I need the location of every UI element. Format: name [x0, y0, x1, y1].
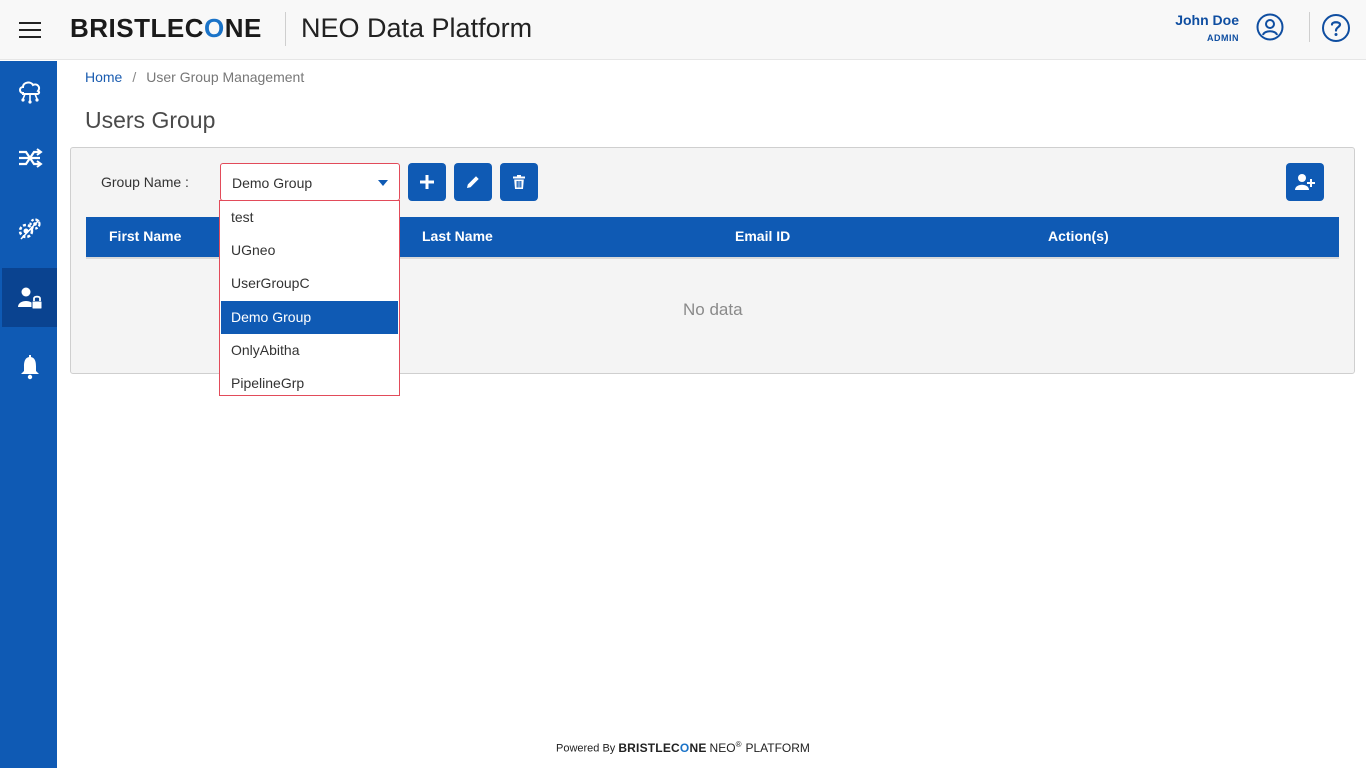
dropdown-option[interactable]: OnlyAbitha: [221, 334, 398, 367]
breadcrumb-separator: /: [132, 69, 137, 85]
bell-icon: [20, 354, 39, 379]
gears-icon: [18, 217, 41, 240]
page-title: Users Group: [85, 107, 216, 133]
user-plus-icon: [1295, 174, 1315, 190]
column-first-name[interactable]: First Name: [109, 228, 181, 244]
user-info[interactable]: John Doe ADMIN: [1175, 12, 1239, 43]
dropdown-option-selected[interactable]: Demo Group: [221, 301, 398, 334]
header-divider-2: [1309, 12, 1310, 42]
column-email-id[interactable]: Email ID: [735, 228, 790, 244]
chevron-down-icon: [378, 180, 388, 186]
brand-logo: BRISTLECONE: [70, 13, 262, 43]
user-role: ADMIN: [1207, 33, 1239, 43]
footer-brand-logo: BRISTLECONE: [618, 740, 707, 755]
group-name-label: Group Name :: [101, 174, 189, 190]
top-header: BRISTLECONE NEO Data Platform John Doe A…: [0, 0, 1366, 60]
footer-platform: PLATFORM: [745, 740, 810, 755]
delete-group-button[interactable]: [500, 163, 538, 201]
dropdown-option[interactable]: UGneo: [221, 234, 398, 267]
group-name-dropdown-list: test UGneo UserGroupC Demo Group OnlyAbi…: [219, 200, 400, 396]
footer: Powered By BRISTLECONE NEO® PLATFORM: [556, 740, 810, 755]
add-group-button[interactable]: [408, 163, 446, 201]
plus-icon: [420, 175, 434, 189]
footer-neo: NEO: [709, 740, 736, 755]
hamburger-menu-icon[interactable]: [19, 22, 41, 38]
sidebar: [0, 61, 57, 768]
footer-powered-by: Powered By: [556, 742, 616, 755]
dropdown-option[interactable]: UserGroupC: [221, 267, 398, 300]
trash-icon: [513, 175, 525, 189]
sidebar-item-notifications[interactable]: [2, 337, 57, 396]
user-profile-icon[interactable]: [1256, 13, 1284, 41]
edit-group-button[interactable]: [454, 163, 492, 201]
sidebar-item-settings[interactable]: [2, 199, 57, 258]
app-title: NEO Data Platform: [301, 13, 533, 43]
sidebar-item-pipelines[interactable]: [2, 128, 57, 187]
shuffle-arrows-icon: [18, 147, 43, 168]
help-icon[interactable]: [1321, 13, 1351, 43]
dropdown-option[interactable]: PipelineGrp: [221, 367, 398, 395]
group-name-selected-value: Demo Group: [232, 175, 313, 191]
user-name: John Doe: [1175, 12, 1239, 28]
breadcrumb-current: User Group Management: [146, 69, 305, 85]
user-lock-icon: [17, 287, 42, 309]
header-divider: [285, 12, 286, 46]
breadcrumb: Home / User Group Management: [85, 69, 304, 85]
breadcrumb-home-link[interactable]: Home: [85, 69, 122, 85]
column-actions: Action(s): [1048, 228, 1109, 244]
column-last-name[interactable]: Last Name: [422, 228, 493, 244]
sidebar-item-data-cloud[interactable]: [2, 61, 57, 120]
dropdown-option[interactable]: test: [221, 201, 398, 234]
group-name-select[interactable]: Demo Group: [220, 163, 400, 201]
footer-registered-mark: ®: [735, 740, 742, 749]
empty-table-message: No data: [683, 300, 743, 319]
cloud-network-icon: [18, 81, 40, 104]
pencil-icon: [467, 176, 479, 188]
sidebar-item-user-management[interactable]: [2, 268, 57, 327]
add-user-button[interactable]: [1286, 163, 1324, 201]
